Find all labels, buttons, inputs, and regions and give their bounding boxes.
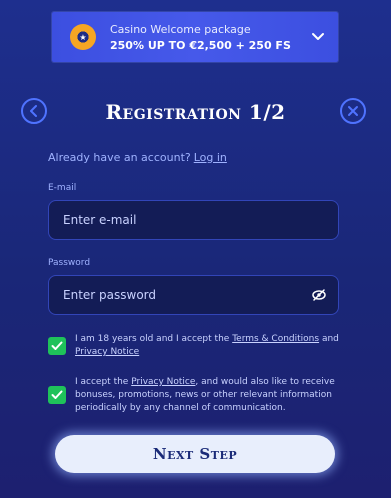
password-label: Password xyxy=(48,258,91,268)
check-icon xyxy=(51,341,63,350)
banner-offer: 250% UP TO €2,500 + 250 FS xyxy=(110,39,291,52)
password-placeholder: Enter password xyxy=(63,288,156,302)
privacy-link-marketing[interactable]: Privacy Notice xyxy=(131,377,195,387)
next-step-button[interactable]: Next Step xyxy=(55,435,335,473)
age-consent-and: and xyxy=(321,334,339,344)
eye-off-icon[interactable] xyxy=(312,289,326,301)
close-icon xyxy=(348,106,358,116)
check-icon xyxy=(51,390,63,399)
chevron-down-icon[interactable] xyxy=(310,29,326,45)
page-title: Registration 1/2 xyxy=(105,100,286,124)
close-button[interactable] xyxy=(340,98,366,124)
marketing-consent-text: I accept the Privacy Notice, and would a… xyxy=(75,376,345,415)
marketing-consent-checkbox[interactable] xyxy=(48,386,66,404)
email-field[interactable]: Enter e-mail xyxy=(48,200,339,240)
privacy-link[interactable]: Privacy Notice xyxy=(75,347,139,357)
password-field[interactable]: Enter password xyxy=(48,275,339,315)
welcome-package-banner[interactable]: ★ Casino Welcome package 250% UP TO €2,5… xyxy=(52,12,338,62)
banner-title: Casino Welcome package xyxy=(110,23,251,36)
terms-link[interactable]: Terms & Conditions xyxy=(232,334,319,344)
age-consent-prefix: I am 18 years old and I accept the xyxy=(75,334,230,344)
age-consent-text: I am 18 years old and I accept the Terms… xyxy=(75,333,345,359)
email-placeholder: Enter e-mail xyxy=(63,213,137,227)
marketing-consent-prefix: I accept the xyxy=(75,377,129,387)
account-prompt: Already have an account? Log in xyxy=(48,151,227,164)
casino-chip-icon: ★ xyxy=(70,24,96,50)
age-consent-checkbox[interactable] xyxy=(48,337,66,355)
login-link[interactable]: Log in xyxy=(194,151,227,164)
email-label: E-mail xyxy=(48,183,77,193)
account-prompt-text: Already have an account? xyxy=(48,151,191,164)
